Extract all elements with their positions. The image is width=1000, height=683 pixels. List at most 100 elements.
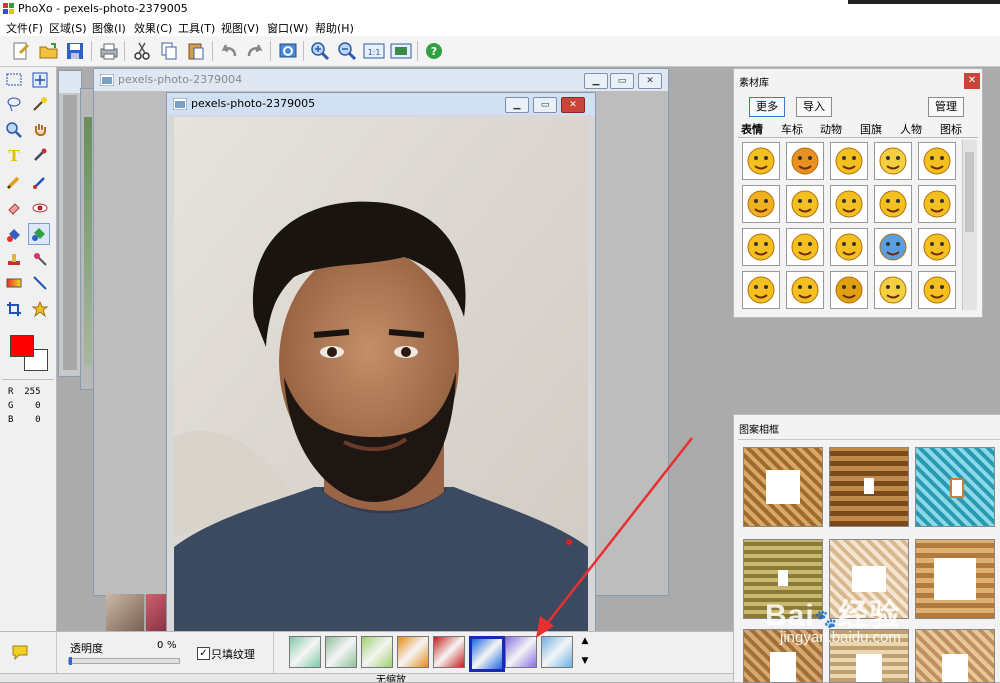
red-eye-tool[interactable] [30,197,50,217]
emoji-item[interactable] [918,185,956,223]
line-tool[interactable] [30,273,50,293]
emoji-item[interactable] [918,142,956,180]
undo-button[interactable] [218,40,240,62]
move-tool[interactable] [30,70,50,90]
emoji-item[interactable] [786,271,824,309]
front-window-close-button[interactable]: ✕ [561,97,585,113]
frame-item[interactable] [915,539,995,619]
emoji-item[interactable] [874,228,912,266]
menu-image[interactable]: 图像(I) [92,20,126,36]
materials-scrollbar-thumb[interactable] [965,152,974,232]
back-window-maximize-button[interactable]: ▭ [610,73,634,89]
more-button[interactable]: 更多 [749,97,785,117]
eyedropper-tool[interactable] [30,145,50,165]
frame-item[interactable] [829,447,909,527]
emoji-item[interactable] [742,185,780,223]
front-window-maximize-button[interactable]: ▭ [533,97,557,113]
frame-item[interactable] [743,447,823,527]
emoji-item[interactable] [742,271,780,309]
emoji-item[interactable] [830,271,868,309]
menu-view[interactable]: 视图(V) [221,20,259,36]
paste-button[interactable] [185,40,207,62]
magic-wand-tool[interactable] [30,94,50,114]
refresh-button[interactable] [277,40,299,62]
back-window-minimize-button[interactable]: ▁ [584,73,608,89]
tab-flags[interactable]: 国旗 [860,121,882,137]
emoji-item[interactable] [742,228,780,266]
emoji-item[interactable] [830,185,868,223]
menu-window[interactable]: 窗口(W) [267,20,308,36]
emoji-item[interactable] [830,142,868,180]
open-button[interactable] [38,40,60,62]
texture-swatch[interactable] [361,636,393,668]
eraser-tool[interactable] [4,197,24,217]
lasso-tool[interactable] [4,94,24,114]
brush-tool[interactable] [30,172,50,192]
tab-expressions[interactable]: 表情 [741,121,763,137]
menu-help[interactable]: 帮助(H) [315,20,354,36]
new-button[interactable] [10,40,32,62]
zoom-tool[interactable] [4,120,24,140]
frame-item[interactable] [915,629,995,683]
pencil-tool[interactable] [4,172,24,192]
actual-size-button[interactable]: 1:1 [363,40,385,62]
copy-button[interactable] [158,40,180,62]
tab-animals[interactable]: 动物 [820,121,842,137]
import-button[interactable]: 导入 [796,97,832,117]
stacked-window-1[interactable] [58,70,82,377]
tab-icons[interactable]: 图标 [940,121,962,137]
texture-swatch[interactable] [469,636,505,672]
manage-button[interactable]: 管理 [928,97,964,117]
emoji-item[interactable] [918,228,956,266]
front-window-minimize-button[interactable]: ▁ [505,97,529,113]
emoji-item[interactable] [874,185,912,223]
emoji-item[interactable] [786,228,824,266]
fill-tool[interactable] [4,225,24,245]
opacity-slider[interactable] [68,657,180,665]
menu-effect[interactable]: 效果(C) [134,20,172,36]
texture-swatch[interactable] [289,636,321,668]
zoom-out-button[interactable] [336,40,358,62]
help-button[interactable]: ? [423,40,445,62]
emoji-item[interactable] [786,185,824,223]
redo-button[interactable] [244,40,266,62]
toolbar-separator [417,41,418,61]
tab-people[interactable]: 人物 [900,121,922,137]
back-window-close-button[interactable]: ✕ [638,73,662,89]
save-button[interactable] [64,40,86,62]
shape-tool[interactable] [30,299,50,319]
emoji-item[interactable] [742,142,780,180]
gradient-tool[interactable] [4,273,24,293]
rect-select-tool[interactable] [4,70,24,90]
menu-region[interactable]: 区域(S) [49,20,87,36]
texture-swatch[interactable] [397,636,429,668]
thumbnail-1[interactable] [106,594,144,631]
clone-stamp-tool[interactable] [4,249,24,269]
opacity-slider-thumb[interactable] [69,657,72,665]
fill-texture-checkbox[interactable]: ✓ [197,647,210,660]
frame-item[interactable] [915,447,995,527]
cut-button[interactable] [131,40,153,62]
pattern-fill-tool[interactable] [28,223,50,245]
text-tool[interactable]: T [4,145,24,165]
crop-tool[interactable] [4,299,24,319]
materials-scrollbar[interactable] [962,140,977,310]
emoji-item[interactable] [874,142,912,180]
primary-color-swatch[interactable] [10,335,34,357]
emoji-item[interactable] [830,228,868,266]
tab-car-logos[interactable]: 车标 [781,121,803,137]
smudge-tool[interactable] [30,249,50,269]
texture-swatch[interactable] [433,636,465,668]
swatch-scroll-down-button[interactable]: ▼ [578,656,592,670]
menu-file[interactable]: 文件(F) [6,20,43,36]
hand-tool[interactable] [30,120,50,140]
menu-tools[interactable]: 工具(T) [178,20,215,36]
materials-close-button[interactable]: ✕ [964,73,980,89]
emoji-item[interactable] [786,142,824,180]
emoji-item[interactable] [874,271,912,309]
zoom-in-button[interactable] [309,40,331,62]
print-button[interactable] [98,40,120,62]
fit-window-button[interactable] [390,40,412,62]
emoji-item[interactable] [918,271,956,309]
texture-swatch[interactable] [325,636,357,668]
